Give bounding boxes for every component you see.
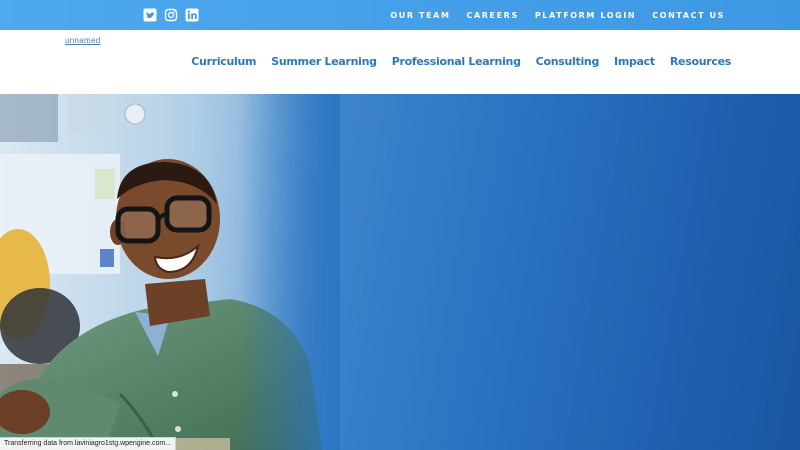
nav-summer-learning[interactable]: Summer Learning [271, 55, 377, 68]
our-team-link[interactable]: OUR TEAM [390, 11, 450, 20]
hero-photo [0, 94, 340, 450]
twitter-icon[interactable] [143, 8, 157, 22]
platform-login-link[interactable]: PLATFORM LOGIN [535, 11, 636, 20]
utility-nav: OUR TEAM CAREERS PLATFORM LOGIN CONTACT … [390, 0, 725, 30]
social-links [143, 8, 199, 22]
site-header: unnamed Curriculum Summer Learning Profe… [0, 30, 800, 94]
instagram-icon[interactable] [164, 8, 178, 22]
browser-status-bar: Transferring data from laviniagro1stg.wp… [0, 437, 177, 450]
contact-us-link[interactable]: CONTACT US [652, 11, 725, 20]
top-utility-bar: OUR TEAM CAREERS PLATFORM LOGIN CONTACT … [0, 0, 800, 30]
site-logo[interactable]: unnamed [65, 36, 100, 45]
hero-banner [0, 94, 800, 450]
nav-curriculum[interactable]: Curriculum [191, 55, 256, 68]
nav-impact[interactable]: Impact [614, 55, 655, 68]
linkedin-icon[interactable] [185, 8, 199, 22]
nav-consulting[interactable]: Consulting [536, 55, 600, 68]
main-nav: Curriculum Summer Learning Professional … [191, 30, 731, 92]
nav-professional-learning[interactable]: Professional Learning [392, 55, 521, 68]
careers-link[interactable]: CAREERS [467, 11, 519, 20]
nav-resources[interactable]: Resources [670, 55, 731, 68]
